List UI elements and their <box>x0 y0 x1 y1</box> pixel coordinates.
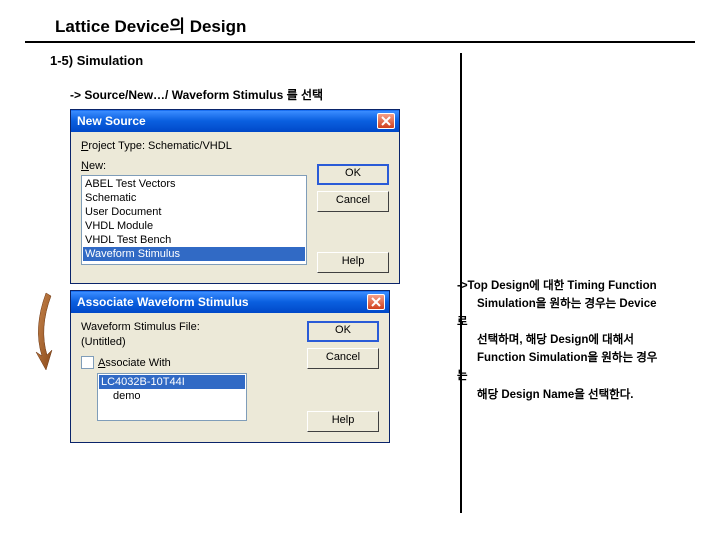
titlebar: Associate Waveform Stimulus <box>71 291 389 313</box>
associate-checkbox-row: Associate With <box>81 356 297 369</box>
associate-label: Associate With <box>98 357 171 369</box>
source-type-listbox[interactable]: ABEL Test Vectors Schematic User Documen… <box>81 175 307 265</box>
associate-waveform-dialog: Associate Waveform Stimulus Waveform Sti… <box>70 290 390 443</box>
right-column: ->Top Design에 대한 Timing Function Simulat… <box>460 53 710 513</box>
dialog-title: New Source <box>77 114 146 128</box>
dialog-body: Waveform Stimulus File: (Untitled) Assoc… <box>71 313 389 442</box>
new-source-dialog: New Source PProject Type: Schematic/VHDL… <box>70 109 400 284</box>
project-type-label: PProject Type: Schematic/VHDLroject Type… <box>81 140 307 152</box>
annotation-line: Simulation을 원하는 경우는 Device <box>457 296 705 312</box>
cancel-button[interactable]: Cancel <box>307 348 379 369</box>
list-item[interactable]: Schematic <box>83 191 305 205</box>
right-annotation: ->Top Design에 대한 Timing Function Simulat… <box>457 278 705 405</box>
list-item[interactable]: VHDL Module <box>83 219 305 233</box>
annotation-line: 는 <box>457 368 705 384</box>
annotation-line: Function Simulation을 원하는 경우 <box>457 350 705 366</box>
list-item[interactable]: User Document <box>83 205 305 219</box>
left-column: 1-5) Simulation -> Source/New…/ Waveform… <box>0 53 460 513</box>
section-title: 1-5) Simulation <box>50 53 460 68</box>
annotation-line: 해당 Design Name을 선택한다. <box>457 387 705 403</box>
associate-listbox[interactable]: LC4032B-10T44I demo <box>97 373 247 421</box>
new-label: New: <box>81 160 307 172</box>
instruction-text: -> Source/New…/ Waveform Stimulus 를 선택 <box>70 86 460 103</box>
associate-checkbox[interactable] <box>81 356 94 369</box>
close-icon <box>371 297 381 307</box>
help-button[interactable]: Help <box>307 411 379 432</box>
stimulus-file-value: (Untitled) <box>81 336 297 348</box>
arrow-icon <box>28 288 58 373</box>
close-icon <box>381 116 391 126</box>
dialog-body: PProject Type: Schematic/VHDLroject Type… <box>71 132 399 283</box>
list-item[interactable]: demo <box>99 389 245 403</box>
dialog-buttons: OK Cancel Help <box>307 321 379 432</box>
page-title: Lattice Device의 Design <box>25 0 695 43</box>
titlebar: New Source <box>71 110 399 132</box>
annotation-line: ->Top Design에 대한 Timing Function <box>457 278 705 294</box>
help-button[interactable]: Help <box>317 252 389 273</box>
ok-button[interactable]: OK <box>307 321 379 342</box>
annotation-line: 선택하며, 해당 Design에 대해서 <box>457 332 705 348</box>
stimulus-file-label: Waveform Stimulus File: <box>81 321 297 333</box>
close-button[interactable] <box>377 113 395 129</box>
cancel-button[interactable]: Cancel <box>317 191 389 212</box>
dialog-left: PProject Type: Schematic/VHDLroject Type… <box>81 140 307 273</box>
list-item[interactable]: VHDL Test Bench <box>83 233 305 247</box>
list-item[interactable]: ABEL Test Vectors <box>83 177 305 191</box>
close-button[interactable] <box>367 294 385 310</box>
content: 1-5) Simulation -> Source/New…/ Waveform… <box>0 43 720 513</box>
list-item[interactable]: Waveform Stimulus <box>83 247 305 261</box>
dialog-left: Waveform Stimulus File: (Untitled) Assoc… <box>81 321 297 432</box>
ok-button[interactable]: OK <box>317 164 389 185</box>
list-item[interactable]: LC4032B-10T44I <box>99 375 245 389</box>
dialog-title: Associate Waveform Stimulus <box>77 295 249 309</box>
annotation-line: 로 <box>457 314 705 330</box>
dialog-buttons: OK Cancel Help <box>317 140 389 273</box>
